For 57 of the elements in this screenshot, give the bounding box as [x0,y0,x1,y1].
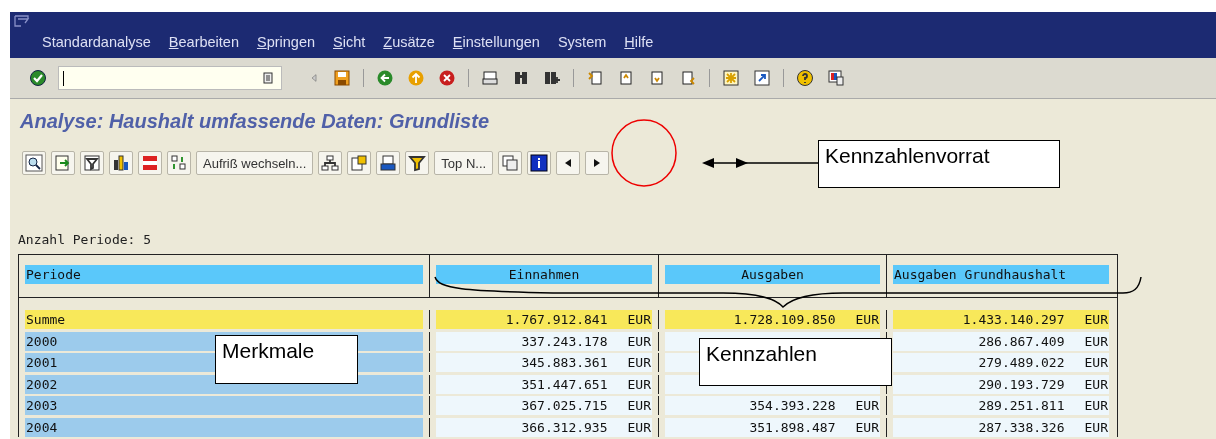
binoculars-icon[interactable] [512,69,530,87]
help-icon[interactable] [796,69,814,87]
binoculars-plus-icon[interactable] [543,69,561,87]
value-cell: 287.338.326 EUR [893,417,1109,437]
top-n-button[interactable]: Top N... [434,151,494,175]
value-cell: 366.312.935 EUR [436,417,652,437]
menu-item[interactable]: System [557,34,607,50]
monitor-icon[interactable] [827,69,845,87]
value-cell: 1.728.109.850 EUR [665,310,880,329]
new-window-icon[interactable] [722,69,740,87]
cancel-icon[interactable] [438,69,456,87]
total-label: Summe [25,310,423,329]
period-count: Anzahl Periode: 5 [17,231,153,249]
last-page-icon[interactable] [679,69,697,87]
dropdown-list-icon[interactable] [263,72,273,84]
value-cell: 351.447.651 EUR [436,374,652,394]
callout-label: Merkmale [215,335,358,384]
window-menu-icon[interactable] [14,15,30,27]
value-cell: 351.898.487 EUR [665,417,880,437]
menu-item[interactable]: Bearbeiten [168,34,239,50]
callout-label: Kennzahlen [699,338,892,386]
column-header[interactable]: Einnahmen [436,265,652,284]
screen-title: Analyse: Haushalt umfassende Daten: Grundliste [19,109,490,134]
menu-item[interactable]: Zusätze [383,34,435,50]
back-icon[interactable] [376,69,394,87]
checkmark-icon [29,69,47,87]
value-cell: 354.393.228 EUR [665,396,880,415]
drilldown-button[interactable]: Aufriß wechseln... [196,151,314,175]
highlight-circle [610,118,678,188]
value-cell: 337.243.178 EUR [436,331,652,351]
first-page-icon[interactable] [586,69,604,87]
column-header[interactable]: Ausgaben [665,265,880,284]
value-cell: 1.767.912.841 EUR [436,310,652,329]
scroll-right-button[interactable] [585,151,610,175]
next-page-icon[interactable] [648,69,666,87]
value-cell: 289.251.811 EUR [893,396,1109,415]
value-cell: 279.489.022 EUR [893,353,1109,372]
shortcut-icon[interactable] [753,69,771,87]
menu-item[interactable]: Sicht [333,34,366,50]
value-cell: 367.025.715 EUR [436,396,652,415]
callout-label: Kennzahlenvorrat [818,140,1060,188]
printer-icon[interactable] [481,69,499,87]
scroll-left-button[interactable] [556,151,581,175]
column-header[interactable]: Ausgaben Grundhaushalt [893,265,1109,284]
menu-item[interactable]: Standardanalyse [42,34,151,50]
menu-item[interactable]: Springen [256,34,315,50]
period-label: 2004 [25,417,423,437]
menu-item[interactable]: Hilfe [624,34,654,50]
value-cell: 290.193.729 EUR [893,374,1109,394]
value-cell: 345.883.361 EUR [436,353,652,372]
period-label: 2003 [25,396,423,415]
value-cell: 1.433.140.297 EUR [893,310,1109,329]
menu-item[interactable]: Einstellungen [452,34,540,50]
previous-page-icon[interactable] [617,69,635,87]
command-field[interactable] [58,66,282,90]
column-header[interactable]: Periode [25,265,423,284]
value-cell: 286.867.409 EUR [893,331,1109,351]
